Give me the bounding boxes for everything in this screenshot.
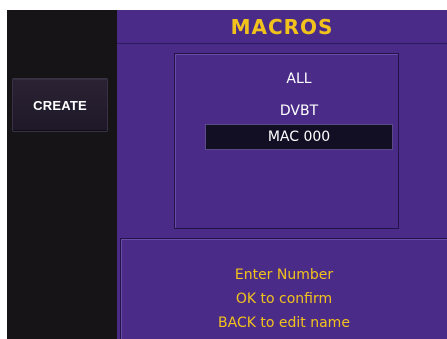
page-title: MACROS [230,14,334,39]
info-line-enter-number: Enter Number [234,267,334,283]
left-panel: CREATE [7,10,117,339]
list-item-all[interactable]: ALL [205,66,393,92]
create-button[interactable]: CREATE [12,78,108,132]
list-item-mac-000[interactable]: MAC 000 [205,124,393,150]
info-line-ok-to-confirm: OK to confirm [235,291,333,307]
main-panel: MACROS ALL DVBT MAC 000 Enter Number OK … [117,10,447,339]
device-screen: CREATE MACROS ALL DVBT MAC 000 Enter Num… [7,10,447,339]
list-item-dvbt[interactable]: DVBT [205,98,393,124]
info-line-back-to-edit-name: BACK to edit name [218,315,350,331]
macro-list: ALL DVBT MAC 000 [174,53,399,229]
title-bar: MACROS [117,10,447,44]
info-panel: Enter Number OK to confirm BACK to edit … [120,238,447,339]
